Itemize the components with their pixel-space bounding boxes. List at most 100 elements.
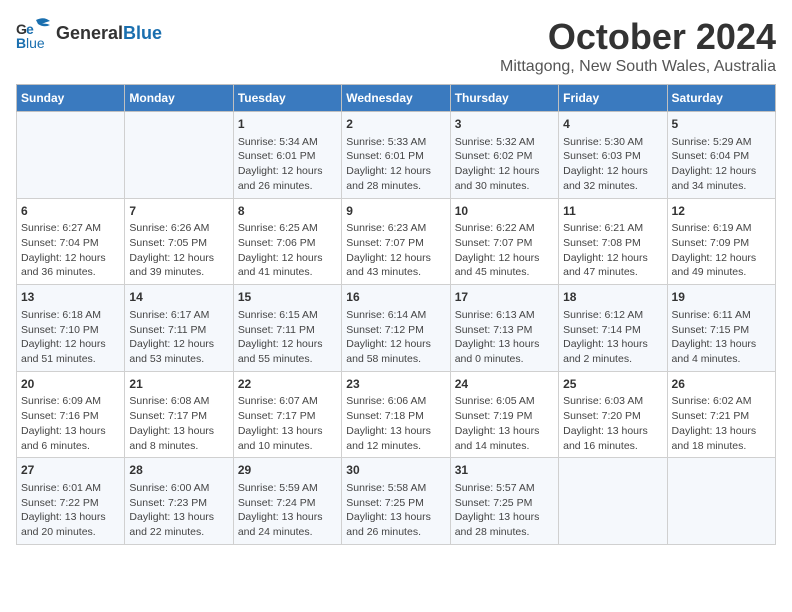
cell-content: Sunrise: 6:22 AM Sunset: 7:07 PM Dayligh… [455,221,554,280]
day-number: 23 [346,376,445,393]
calendar-subtitle: Mittagong, New South Wales, Australia [500,58,776,76]
day-number: 4 [563,116,662,133]
calendar-cell: 11Sunrise: 6:21 AM Sunset: 7:08 PM Dayli… [559,198,667,285]
day-number: 26 [672,376,771,393]
cell-content: Sunrise: 5:59 AM Sunset: 7:24 PM Dayligh… [238,481,337,540]
calendar-cell: 2 Sunrise: 5:33 AM Sunset: 6:01 PM Daylig… [342,112,450,199]
cell-content: Sunrise: 6:14 AM Sunset: 7:12 PM Dayligh… [346,308,445,367]
day-number: 16 [346,289,445,306]
day-number: 14 [129,289,228,306]
calendar-cell: 12Sunrise: 6:19 AM Sunset: 7:09 PM Dayli… [667,198,775,285]
calendar-week-2: 6Sunrise: 6:27 AM Sunset: 7:04 PM Daylig… [17,198,776,285]
day-number: 15 [238,289,337,306]
cell-content: Sunrise: 6:23 AM Sunset: 7:07 PM Dayligh… [346,221,445,280]
cell-content: Sunrise: 5:33 AM Sunset: 6:01 PM Dayligh… [346,135,445,194]
calendar-cell [667,458,775,545]
day-number: 21 [129,376,228,393]
svg-text:lue: lue [26,35,45,51]
day-number: 19 [672,289,771,306]
calendar-cell: 5 Sunrise: 5:29 AM Sunset: 6:04 PM Daylig… [667,112,775,199]
calendar-title: October 2024 [500,16,776,58]
day-number: 25 [563,376,662,393]
cell-content: Sunrise: 5:58 AM Sunset: 7:25 PM Dayligh… [346,481,445,540]
calendar-cell: 21Sunrise: 6:08 AM Sunset: 7:17 PM Dayli… [125,371,233,458]
cell-content: Sunrise: 6:07 AM Sunset: 7:17 PM Dayligh… [238,394,337,453]
cell-content: Sunrise: 5:57 AM Sunset: 7:25 PM Dayligh… [455,481,554,540]
column-header-friday: Friday [559,85,667,112]
day-number: 18 [563,289,662,306]
column-header-sunday: Sunday [17,85,125,112]
calendar-table: SundayMondayTuesdayWednesdayThursdayFrid… [16,84,776,545]
title-block: October 2024 Mittagong, New South Wales,… [500,16,776,76]
day-number: 8 [238,203,337,220]
day-number: 1 [238,116,337,133]
day-number: 24 [455,376,554,393]
cell-content: Sunrise: 6:27 AM Sunset: 7:04 PM Dayligh… [21,221,120,280]
calendar-cell [17,112,125,199]
cell-content: Sunrise: 6:17 AM Sunset: 7:11 PM Dayligh… [129,308,228,367]
calendar-cell: 13Sunrise: 6:18 AM Sunset: 7:10 PM Dayli… [17,285,125,372]
calendar-cell: 8Sunrise: 6:25 AM Sunset: 7:06 PM Daylig… [233,198,341,285]
calendar-cell: 14 Sunrise: 6:17 AM Sunset: 7:11 PM Dayli… [125,285,233,372]
logo-icon: G e B lue [16,16,52,52]
day-number: 13 [21,289,120,306]
logo-blue: Blue [123,23,162,43]
calendar-week-3: 13Sunrise: 6:18 AM Sunset: 7:10 PM Dayli… [17,285,776,372]
calendar-cell: 10Sunrise: 6:22 AM Sunset: 7:07 PM Dayli… [450,198,558,285]
calendar-cell: 30Sunrise: 5:58 AM Sunset: 7:25 PM Dayli… [342,458,450,545]
calendar-week-4: 20Sunrise: 6:09 AM Sunset: 7:16 PM Dayli… [17,371,776,458]
day-number: 28 [129,462,228,479]
cell-content: Sunrise: 6:06 AM Sunset: 7:18 PM Dayligh… [346,394,445,453]
calendar-cell: 1 Sunrise: 5:34 AM Sunset: 6:01 PM Daylig… [233,112,341,199]
calendar-cell: 9Sunrise: 6:23 AM Sunset: 7:07 PM Daylig… [342,198,450,285]
cell-content: Sunrise: 5:34 AM Sunset: 6:01 PM Dayligh… [238,135,337,194]
day-number: 3 [455,116,554,133]
cell-content: Sunrise: 6:11 AM Sunset: 7:15 PM Dayligh… [672,308,771,367]
calendar-week-1: 1 Sunrise: 5:34 AM Sunset: 6:01 PM Daylig… [17,112,776,199]
day-number: 10 [455,203,554,220]
calendar-cell: 4 Sunrise: 5:30 AM Sunset: 6:03 PM Daylig… [559,112,667,199]
day-number: 2 [346,116,445,133]
cell-content: Sunrise: 5:30 AM Sunset: 6:03 PM Dayligh… [563,135,662,194]
cell-content: Sunrise: 6:19 AM Sunset: 7:09 PM Dayligh… [672,221,771,280]
cell-content: Sunrise: 6:26 AM Sunset: 7:05 PM Dayligh… [129,221,228,280]
page-header: G e B lue GeneralBlue October 2024 Mitta… [16,16,776,76]
cell-content: Sunrise: 6:15 AM Sunset: 7:11 PM Dayligh… [238,308,337,367]
day-number: 20 [21,376,120,393]
cell-content: Sunrise: 6:08 AM Sunset: 7:17 PM Dayligh… [129,394,228,453]
day-number: 5 [672,116,771,133]
column-header-wednesday: Wednesday [342,85,450,112]
cell-content: Sunrise: 6:25 AM Sunset: 7:06 PM Dayligh… [238,221,337,280]
calendar-cell: 7Sunrise: 6:26 AM Sunset: 7:05 PM Daylig… [125,198,233,285]
cell-content: Sunrise: 6:05 AM Sunset: 7:19 PM Dayligh… [455,394,554,453]
calendar-cell: 31 Sunrise: 5:57 AM Sunset: 7:25 PM Dayli… [450,458,558,545]
cell-content: Sunrise: 6:00 AM Sunset: 7:23 PM Dayligh… [129,481,228,540]
calendar-cell: 15 Sunrise: 6:15 AM Sunset: 7:11 PM Dayli… [233,285,341,372]
day-number: 11 [563,203,662,220]
day-number: 7 [129,203,228,220]
calendar-cell: 27Sunrise: 6:01 AM Sunset: 7:22 PM Dayli… [17,458,125,545]
calendar-week-5: 27Sunrise: 6:01 AM Sunset: 7:22 PM Dayli… [17,458,776,545]
day-number: 31 [455,462,554,479]
cell-content: Sunrise: 5:29 AM Sunset: 6:04 PM Dayligh… [672,135,771,194]
day-number: 22 [238,376,337,393]
logo: G e B lue GeneralBlue [16,16,162,52]
calendar-cell: 3Sunrise: 5:32 AM Sunset: 6:02 PM Daylig… [450,112,558,199]
day-number: 27 [21,462,120,479]
calendar-cell: 17Sunrise: 6:13 AM Sunset: 7:13 PM Dayli… [450,285,558,372]
cell-content: Sunrise: 6:12 AM Sunset: 7:14 PM Dayligh… [563,308,662,367]
day-number: 29 [238,462,337,479]
logo-general: General [56,23,123,43]
svg-text:B: B [16,35,26,51]
cell-content: Sunrise: 6:03 AM Sunset: 7:20 PM Dayligh… [563,394,662,453]
calendar-cell: 28 Sunrise: 6:00 AM Sunset: 7:23 PM Dayli… [125,458,233,545]
calendar-cell: 26Sunrise: 6:02 AM Sunset: 7:21 PM Dayli… [667,371,775,458]
calendar-cell: 18 Sunrise: 6:12 AM Sunset: 7:14 PM Dayli… [559,285,667,372]
calendar-cell: 25Sunrise: 6:03 AM Sunset: 7:20 PM Dayli… [559,371,667,458]
calendar-cell [125,112,233,199]
day-number: 12 [672,203,771,220]
calendar-cell: 24Sunrise: 6:05 AM Sunset: 7:19 PM Dayli… [450,371,558,458]
calendar-header-row: SundayMondayTuesdayWednesdayThursdayFrid… [17,85,776,112]
cell-content: Sunrise: 6:21 AM Sunset: 7:08 PM Dayligh… [563,221,662,280]
calendar-cell [559,458,667,545]
